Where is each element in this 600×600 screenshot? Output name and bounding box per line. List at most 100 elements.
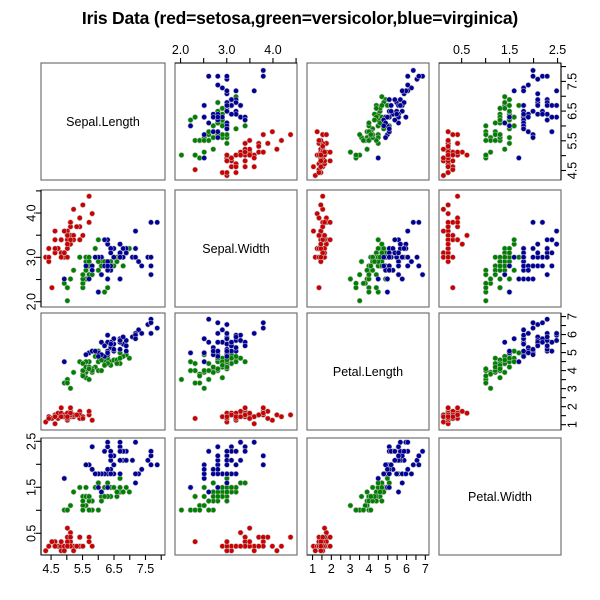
- data-point: [401, 448, 407, 455]
- data-point: [353, 152, 359, 158]
- panel-petal-width-vs-sepal-length: [40, 437, 166, 556]
- data-point: [501, 357, 508, 363]
- data-point: [449, 131, 456, 138]
- data-point: [358, 258, 365, 265]
- data-point: [278, 543, 285, 550]
- data-point: [52, 245, 58, 252]
- data-point: [110, 346, 117, 353]
- data-point: [371, 117, 378, 123]
- data-point: [393, 111, 400, 118]
- data-point: [492, 254, 499, 261]
- data-point: [388, 461, 394, 468]
- data-point: [233, 87, 239, 94]
- data-point: [530, 245, 536, 252]
- panel-petal-width-vs-petal-width: Petal.Width: [438, 437, 562, 556]
- data-point: [501, 254, 508, 261]
- data-point: [511, 348, 518, 354]
- data-point: [399, 276, 406, 282]
- data-point: [246, 538, 253, 545]
- axis-tick-label: 2: [328, 562, 335, 576]
- data-point: [98, 498, 105, 504]
- diagonal-variable-label: Sepal.Length: [66, 115, 140, 129]
- data-point: [192, 114, 198, 120]
- data-point: [219, 85, 226, 91]
- data-point: [52, 413, 58, 420]
- data-point: [210, 466, 217, 473]
- axis-tick-label: 5: [566, 349, 580, 356]
- data-point: [366, 120, 372, 126]
- data-point: [497, 117, 503, 123]
- data-point: [515, 254, 522, 261]
- data-point: [110, 461, 117, 468]
- scatterplot-matrix: Sepal.Length Sepal.Width Petal.Length Petal…: [25, 43, 580, 576]
- diagonal-variable-label: Petal.Width: [468, 490, 532, 504]
- axis-tick-label: 7.5: [566, 73, 580, 90]
- data-point: [395, 452, 402, 459]
- data-point: [549, 114, 555, 120]
- data-point: [454, 140, 461, 147]
- axis-right-petal-length: 1 2 3 4 5 6 7: [560, 313, 580, 430]
- data-point: [440, 228, 447, 234]
- data-point: [544, 73, 551, 80]
- data-point: [49, 284, 55, 291]
- data-point: [553, 330, 560, 337]
- data-point: [224, 125, 230, 132]
- data-point: [45, 254, 52, 261]
- data-point: [205, 448, 212, 455]
- data-point: [553, 102, 560, 109]
- data-point: [369, 484, 376, 491]
- data-point: [214, 365, 221, 372]
- data-point: [449, 152, 456, 158]
- data-point: [205, 367, 212, 374]
- data-point: [64, 241, 71, 248]
- data-point: [287, 131, 294, 138]
- data-point: [52, 543, 58, 550]
- data-point: [117, 471, 123, 477]
- data-point: [86, 376, 92, 383]
- data-point: [404, 466, 411, 473]
- data-point: [360, 507, 367, 513]
- data-point: [440, 413, 447, 420]
- panel-sepal-length-vs-petal-width: [438, 62, 562, 181]
- axis-tick-label: 2.5: [549, 43, 566, 57]
- data-point: [129, 457, 136, 464]
- data-point: [419, 271, 426, 278]
- data-point: [192, 415, 198, 422]
- data-point: [454, 219, 461, 226]
- data-point: [487, 371, 494, 378]
- data-point: [440, 172, 447, 179]
- data-point: [64, 413, 71, 420]
- data-point: [148, 448, 154, 455]
- data-point: [242, 342, 248, 349]
- data-point: [380, 123, 387, 129]
- axis-tick-label: 0.5: [453, 43, 470, 57]
- data-point: [553, 337, 560, 344]
- data-point: [404, 73, 411, 80]
- data-point: [323, 131, 330, 138]
- axis-tick-label: 4.5: [42, 562, 59, 576]
- data-point: [67, 276, 74, 282]
- data-point: [61, 475, 68, 482]
- axis-tick-label: 1: [566, 421, 580, 428]
- data-point: [246, 410, 253, 417]
- panel-sepal-width-vs-sepal-width: Sepal.Width: [174, 189, 298, 308]
- data-point: [364, 146, 370, 153]
- data-point: [228, 484, 235, 491]
- data-point: [278, 413, 285, 420]
- data-point: [506, 355, 513, 362]
- data-point: [67, 385, 74, 392]
- data-point: [492, 355, 499, 362]
- data-point: [205, 73, 212, 80]
- data-point: [228, 111, 235, 118]
- data-point: [117, 346, 123, 353]
- data-point: [384, 276, 391, 282]
- data-point: [482, 365, 489, 372]
- data-point: [316, 284, 322, 291]
- data-point: [501, 339, 508, 346]
- data-point: [260, 73, 267, 80]
- data-point: [319, 223, 326, 230]
- data-point: [454, 149, 461, 156]
- data-point: [397, 439, 404, 446]
- data-point: [347, 276, 354, 282]
- data-point: [375, 236, 382, 243]
